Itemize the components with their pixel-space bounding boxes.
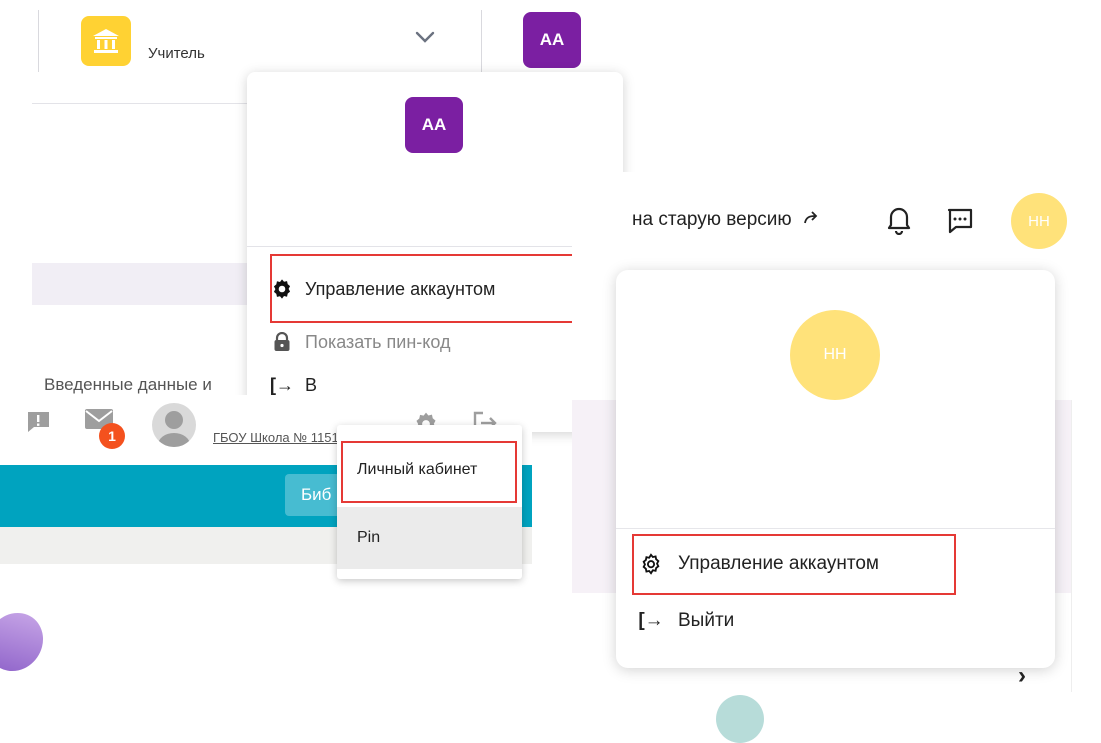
logout-item[interactable]: [→ Выйти (638, 610, 735, 632)
alert-icon[interactable] (25, 410, 51, 439)
role-label: Учитель (148, 45, 205, 62)
institution-icon (81, 16, 131, 66)
menu-divider (247, 246, 623, 247)
highlight-box (341, 441, 517, 503)
logout-label: Выйти (678, 610, 735, 631)
user-avatar[interactable]: НН (1011, 193, 1067, 249)
decorative-circle (716, 695, 764, 743)
chat-icon[interactable] (946, 207, 974, 240)
show-pin-label: Показать пин-код (305, 331, 451, 352)
menu-divider (616, 528, 1055, 529)
highlight-box (632, 534, 956, 595)
menu-avatar: АА (405, 97, 463, 153)
account-menu: АА Управление аккаунтом Показать пин-код… (247, 72, 623, 432)
chevron-right-icon[interactable]: › (1018, 662, 1026, 690)
logout-item[interactable]: [→ В (270, 374, 318, 396)
pin-item[interactable]: Pin (337, 507, 522, 569)
logout-icon: [→ (270, 374, 294, 395)
show-pin-item[interactable]: Показать пин-код (271, 331, 450, 353)
menu-avatar: НН (790, 310, 880, 400)
lock-icon (271, 331, 293, 353)
background-band (32, 263, 247, 305)
user-avatar[interactable]: АА (523, 12, 581, 68)
old-version-label: на старую версию (632, 209, 792, 230)
old-version-link[interactable]: на старую версию (632, 209, 819, 231)
highlight-box (270, 254, 574, 323)
bell-icon[interactable] (886, 205, 912, 240)
side-strip (1071, 400, 1101, 692)
school-link[interactable]: ГБОУ Школа № 1151 (213, 430, 339, 445)
header-divider (38, 10, 39, 72)
truncated-text: Введенные данные и (44, 375, 212, 394)
account-menu: НН Управление аккаунтом [→ Выйти (616, 270, 1055, 668)
logout-icon: [→ (638, 610, 664, 631)
chevron-down-icon[interactable] (414, 30, 436, 49)
mail-badge: 1 (99, 423, 125, 449)
logout-label: В (305, 374, 318, 395)
decorative-blob (0, 601, 55, 683)
profile-avatar[interactable] (152, 403, 196, 447)
header-divider (481, 10, 482, 72)
share-arrow-icon (803, 209, 819, 230)
divider (32, 103, 247, 104)
